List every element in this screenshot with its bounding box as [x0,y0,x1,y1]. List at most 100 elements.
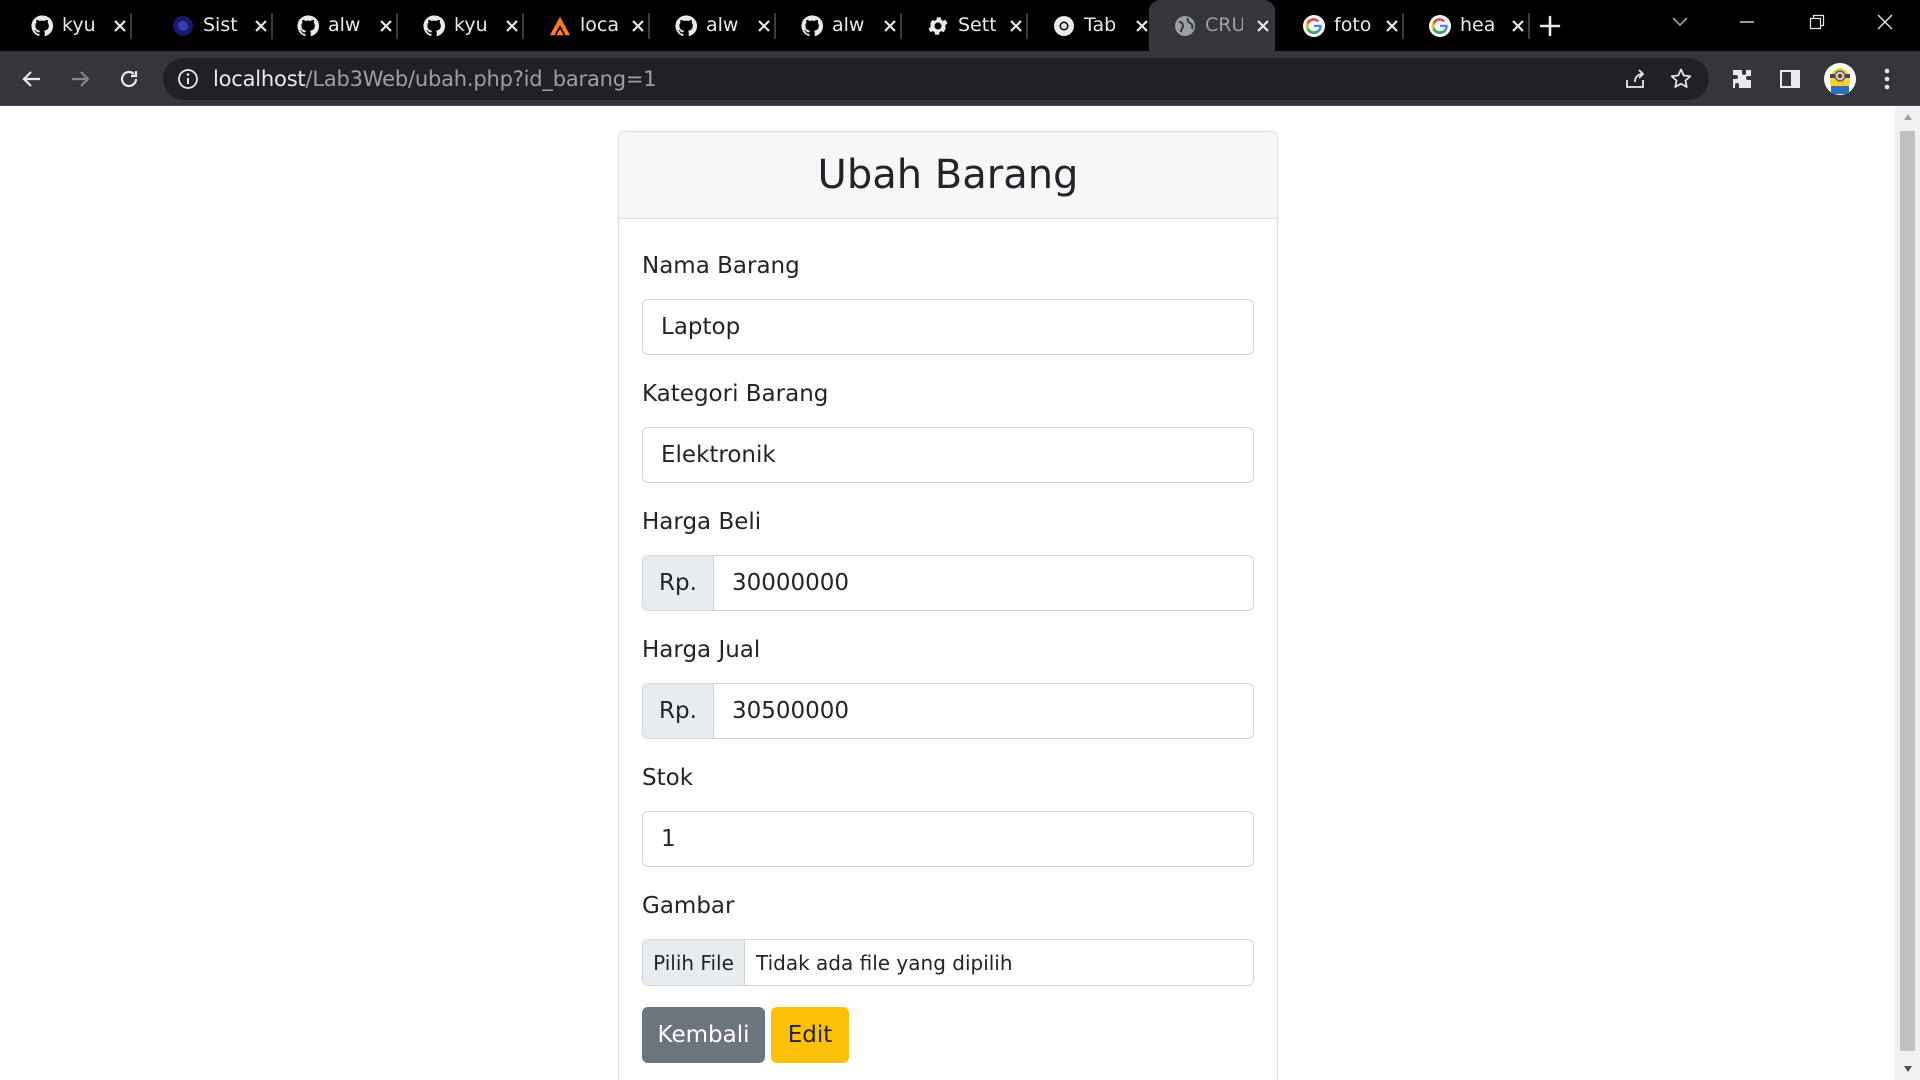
browser-tab[interactable]: CRU [1149,0,1275,51]
form-card: Ubah Barang Nama Barang Laptop Kategori … [618,131,1278,1080]
tab-title: alw [706,14,739,36]
gambar-file-input[interactable]: Pilih File Tidak ada file yang dipilih [642,939,1254,986]
github-icon [30,14,54,38]
tab-title: foto [1334,14,1372,36]
gear-icon [926,14,950,38]
tab-title: hea [1460,14,1496,36]
github-icon [422,14,446,38]
kembali-button[interactable]: Kembali [642,1007,765,1063]
vertical-scrollbar[interactable] [1895,106,1920,1080]
side-panel-icon [1780,70,1800,88]
tab-title: kyu [454,14,488,36]
tab-title: Tab [1084,14,1117,36]
file-status-text: Tidak ada file yang dipilih [756,951,1013,975]
tab-title: loca [580,14,618,36]
extensions-button[interactable] [1726,63,1758,95]
stok-label: Stok [642,765,694,791]
tab-title: kyu [62,14,96,36]
browser-tab[interactable]: Tab [1028,0,1154,51]
browser-tab[interactable]: kyu [6,0,132,51]
bookmark-star-icon[interactable] [1667,65,1695,93]
close-icon [632,20,644,32]
close-icon [1010,20,1022,32]
triangle-down-icon [1903,1066,1912,1072]
tab-separator [130,13,132,39]
globe-dark-icon [171,14,195,38]
tab-title: alw [328,14,361,36]
address-bar[interactable]: localhost/Lab3Web/ubah.php?id_barang=1 [163,58,1709,100]
close-icon [1877,14,1893,30]
card-header: Ubah Barang [619,132,1277,219]
chrome-icon [1052,14,1076,38]
github-icon [800,14,824,38]
kategori-barang-label: Kategori Barang [642,381,829,407]
close-icon [1136,20,1148,32]
google-icon [1302,14,1326,38]
harga-jual-input[interactable]: Rp. 30500000 [642,683,1254,739]
harga-beli-prefix: Rp. [643,556,714,610]
url-path: /Lab3Web/ubah.php?id_barang=1 [305,67,657,91]
puzzle-icon [1733,70,1751,88]
browser-tab[interactable]: alw [650,0,776,51]
restore-button[interactable] [1782,0,1852,44]
nama-barang-input[interactable]: Laptop [642,299,1254,355]
github-icon [296,14,320,38]
browser-tab[interactable]: Sist [147,0,273,51]
tab-separator [1528,13,1530,39]
side-panel-button[interactable] [1774,63,1806,95]
close-icon [114,20,126,32]
close-icon [758,20,770,32]
browser-tab[interactable]: alw [272,0,398,51]
github-icon [674,14,698,38]
browser-tab[interactable]: loca [524,0,650,51]
close-icon [380,20,392,32]
choose-file-button[interactable]: Pilih File [643,940,745,985]
url-text[interactable]: localhost/Lab3Web/ubah.php?id_barang=1 [213,67,657,91]
close-icon [1386,20,1398,32]
nama-barang-value: Laptop [661,314,741,340]
browser-tab[interactable]: foto [1278,0,1404,51]
page-viewport: Ubah Barang Nama Barang Laptop Kategori … [0,106,1895,1080]
tab-title: alw [832,14,865,36]
tab-strip: kyu Sist alw kyu loca alw alw Sett Tab CRU foto hea [0,0,1920,51]
reload-button[interactable] [113,63,145,95]
close-window-button[interactable] [1850,0,1920,44]
chrome-menu-button[interactable] [1871,63,1903,95]
plus-icon [1539,15,1561,37]
page-title: Ubah Barang [817,152,1079,198]
minimize-button[interactable] [1712,0,1782,44]
edit-button[interactable]: Edit [771,1007,849,1063]
close-icon [255,20,267,32]
scrollbar-thumb[interactable] [1900,131,1915,1051]
restore-icon [1809,14,1825,30]
stok-input[interactable]: 1 [642,811,1254,867]
triangle-up-icon [1903,114,1912,120]
scroll-up-arrow[interactable] [1895,106,1920,128]
kategori-barang-input[interactable]: Elektronik [642,427,1254,483]
harga-beli-input[interactable]: Rp. 30000000 [642,555,1254,611]
site-info-icon[interactable] [175,66,201,92]
harga-beli-value: 30000000 [732,570,850,596]
arrow-right-icon [72,71,90,87]
gambar-label: Gambar [642,893,735,919]
stok-value: 1 [661,826,676,852]
harga-jual-label: Harga Jual [642,637,761,663]
share-icon[interactable] [1621,65,1649,93]
close-icon [506,20,518,32]
tab-close-button[interactable] [1250,13,1276,39]
back-button[interactable] [16,63,48,95]
tab-title: Sist [203,14,238,36]
scroll-down-arrow[interactable] [1895,1058,1920,1080]
xampp-icon [548,14,572,38]
browser-tab[interactable]: hea [1404,0,1530,51]
browser-tab[interactable]: Sett [902,0,1028,51]
new-tab-button[interactable] [1534,10,1566,42]
browser-tab[interactable]: alw [776,0,902,51]
forward-button[interactable] [64,63,96,95]
browser-tab[interactable]: kyu [398,0,524,51]
tab-search-button[interactable] [1645,0,1715,44]
reload-icon [120,70,138,88]
nama-barang-label: Nama Barang [642,253,800,279]
globe-icon [1173,14,1197,38]
profile-avatar[interactable] [1822,61,1858,97]
